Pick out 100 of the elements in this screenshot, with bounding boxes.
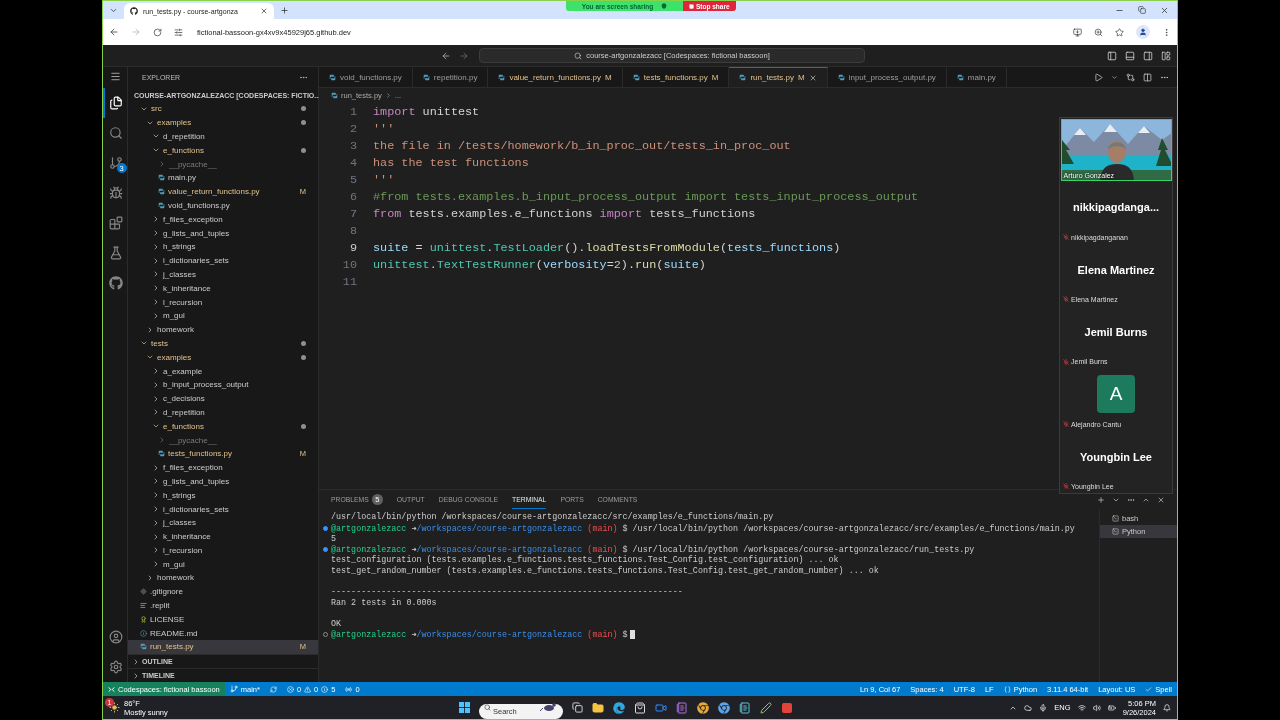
new-tab-icon[interactable] [280, 5, 289, 15]
tree-item[interactable]: README.md [128, 626, 318, 641]
pen-app-icon[interactable] [760, 701, 772, 714]
back-icon[interactable] [109, 27, 119, 37]
cloud-icon[interactable] [1024, 703, 1033, 712]
volume-icon[interactable] [1092, 703, 1101, 712]
tree-item[interactable]: g_lists_and_tuples [128, 474, 318, 489]
mic-off-icon [1063, 358, 1069, 365]
chrome-icon[interactable] [718, 701, 730, 714]
tree-item[interactable]: d_repetition [128, 129, 318, 144]
back-icon[interactable] [441, 50, 451, 61]
star-icon[interactable] [1115, 27, 1124, 37]
battery-icon[interactable] [1107, 703, 1116, 712]
tree-item[interactable]: .replit [128, 598, 318, 613]
notebook-icon[interactable] [676, 701, 688, 714]
more-icon[interactable] [299, 73, 308, 82]
code-line: unittest.TextTestRunner(verbosity=2).run(suite) [373, 257, 706, 272]
tree-item[interactable]: e_functions [128, 143, 318, 158]
edge-icon[interactable] [613, 701, 625, 714]
folder-icon[interactable] [592, 701, 604, 714]
install-icon[interactable] [1073, 27, 1082, 37]
tree-item[interactable]: j_classes [128, 515, 318, 530]
python-file-icon [140, 643, 147, 651]
tree-item[interactable]: homework [128, 571, 318, 585]
tree-item[interactable]: j_classes [128, 267, 318, 282]
square-app-icon[interactable] [781, 701, 793, 714]
wifi-icon[interactable] [1077, 703, 1086, 712]
tree-item[interactable]: m_gui [128, 308, 318, 323]
reload-icon[interactable] [153, 27, 162, 37]
close-icon[interactable] [1160, 5, 1169, 15]
tree-item[interactable]: l_recursion [128, 295, 318, 309]
tree-item[interactable]: k_inheritance [128, 529, 318, 544]
editor-tab[interactable]: run_tests.py M [729, 67, 828, 87]
tree-item[interactable]: b_input_process_output [128, 377, 318, 392]
tree-item[interactable]: examples [128, 115, 318, 130]
participant-display-name: Jemil Burns [1084, 325, 1148, 341]
line-number: 9 [348, 240, 357, 255]
sun-icon [109, 702, 120, 713]
terminal-line: @artgonzalezacc ➜/workspaces/course-artgonzalezacc (main) $ [331, 629, 628, 641]
profile-avatar[interactable] [1136, 25, 1150, 39]
run-icon[interactable] [1094, 72, 1103, 82]
notepad-icon[interactable] [739, 701, 751, 714]
close-icon[interactable] [1157, 495, 1165, 504]
tree-item[interactable]: k_inheritance [128, 281, 318, 296]
tree-item[interactable]: f_files_exception [128, 212, 318, 227]
text-cursor [629, 630, 635, 640]
chevron-down-icon[interactable] [1111, 73, 1118, 81]
tree-item[interactable]: homework [128, 322, 318, 337]
new-terminal-icon[interactable] [1097, 495, 1105, 504]
tree-item[interactable]: .gitignore [128, 584, 318, 599]
panel-bottom-icon[interactable] [1125, 50, 1135, 61]
menu-icon[interactable] [1162, 27, 1171, 37]
zoom-icon[interactable] [1094, 27, 1103, 37]
tree-item[interactable]: __pycache__ [128, 157, 318, 171]
tree-item[interactable]: LICENSE [128, 612, 318, 627]
python-file-icon [498, 74, 506, 81]
close-icon[interactable] [260, 7, 268, 15]
compare-icon[interactable] [1126, 72, 1135, 82]
tree-item[interactable]: m_gui [128, 557, 318, 572]
tree-item[interactable]: main.py [128, 171, 318, 185]
terminal-icon [1112, 515, 1119, 522]
code-line: ''' [373, 172, 395, 187]
tree-item[interactable]: g_lists_and_tuples [128, 226, 318, 240]
close-icon[interactable] [808, 73, 817, 82]
split-editor-icon[interactable] [1143, 72, 1152, 82]
site-info-icon[interactable] [174, 27, 183, 37]
github-icon [109, 276, 123, 290]
tree-item[interactable]: e_functions [128, 419, 318, 434]
tree-item[interactable]: src [128, 102, 318, 116]
line-number: 1 [348, 104, 357, 119]
tree-item[interactable]: void_functions.py [128, 198, 318, 213]
tree-item[interactable]: tests [128, 336, 318, 351]
tree-item[interactable]: h_strings [128, 488, 318, 503]
tree-item[interactable]: l_recursion [128, 543, 318, 558]
mic-icon[interactable] [1039, 703, 1048, 712]
info-icon [321, 685, 329, 693]
store-icon[interactable] [634, 701, 646, 714]
tree-item[interactable]: i_dictionaries_sets [128, 253, 318, 268]
settings-icon [109, 660, 123, 674]
panel-left-icon[interactable] [1107, 50, 1117, 61]
python-file-icon [158, 188, 165, 196]
panel-right-icon[interactable] [1143, 50, 1153, 61]
layout-icon[interactable] [1161, 50, 1171, 61]
restore-icon[interactable] [1138, 5, 1146, 14]
video-icon[interactable] [655, 701, 667, 714]
mic-off-icon [1063, 296, 1069, 303]
bell-icon[interactable] [1163, 703, 1171, 712]
python-file-icon [158, 450, 165, 458]
tree-item[interactable]: __pycache__ [128, 433, 318, 447]
task-view-icon[interactable] [572, 702, 583, 713]
tree-item[interactable]: f_files_exception [128, 460, 318, 475]
tree-item[interactable]: d_repetition [128, 405, 318, 420]
tree-item[interactable]: c_decisions [128, 391, 318, 406]
tree-item[interactable]: h_strings [128, 239, 318, 254]
tree-item[interactable]: examples [128, 350, 318, 365]
tree-item[interactable]: i_dictionaries_sets [128, 502, 318, 516]
tree-item[interactable]: a_example [128, 364, 318, 378]
windows-icon[interactable] [459, 702, 470, 713]
chrome-icon[interactable] [697, 701, 709, 714]
menu-icon[interactable] [109, 71, 121, 82]
